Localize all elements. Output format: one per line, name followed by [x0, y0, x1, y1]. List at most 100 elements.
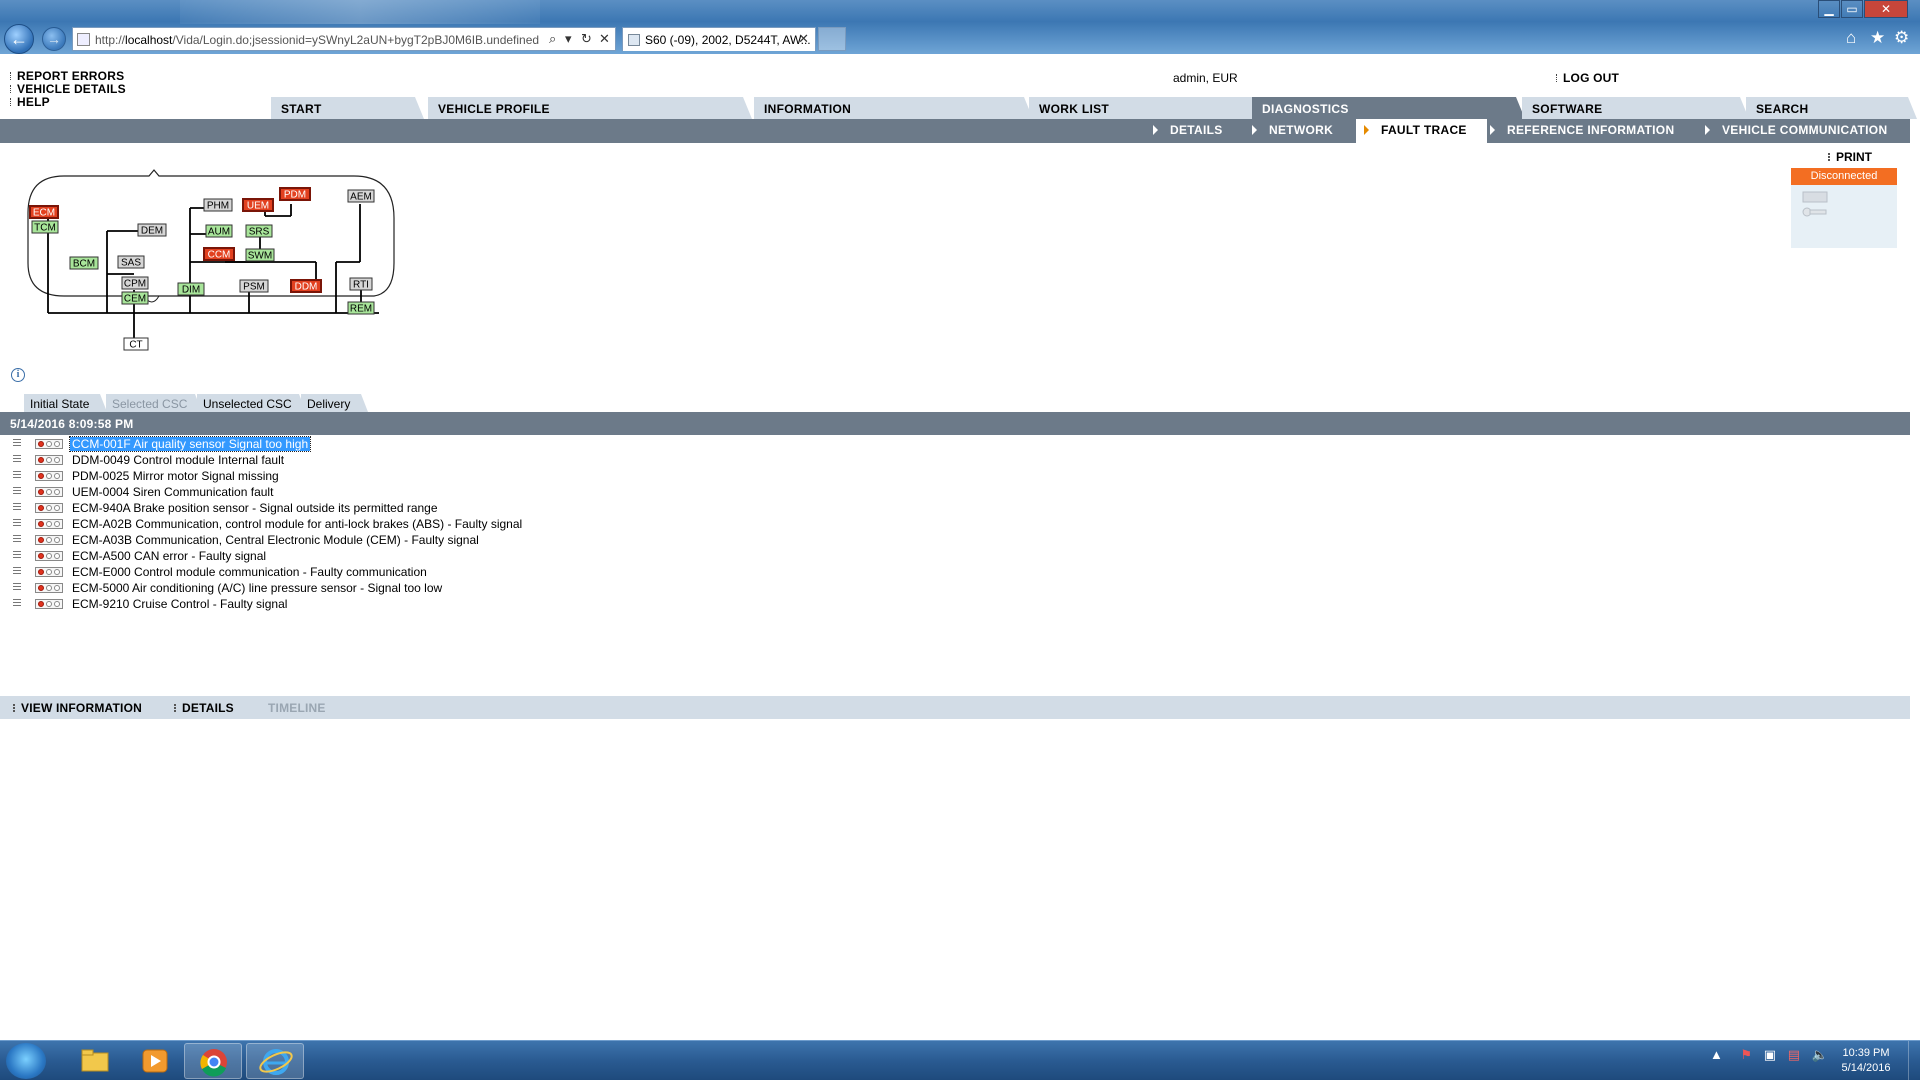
subtab-reference-information[interactable]: REFERENCE INFORMATION [1490, 123, 1674, 137]
drag-handle-icon[interactable] [13, 535, 21, 544]
tray-expand-icon[interactable]: ▲ [1710, 1047, 1723, 1062]
tab-work-list[interactable]: WORK LIST [1029, 97, 1263, 119]
subtab-fault-trace[interactable]: FAULT TRACE [1356, 119, 1487, 143]
fault-row[interactable]: DDM-0049 Control module Internal fault [0, 452, 900, 468]
new-tab-button[interactable] [818, 27, 846, 51]
tab-vehicle-profile[interactable]: VEHICLE PROFILE [428, 97, 752, 119]
info-icon[interactable]: i [11, 368, 25, 382]
drag-handle-icon[interactable] [13, 471, 21, 480]
module-cem[interactable]: CEM [121, 291, 149, 305]
explorer-taskbar-icon[interactable] [66, 1043, 124, 1079]
tools-gear-icon[interactable]: ⚙ [1894, 28, 1909, 48]
details-button[interactable]: DETAILS [174, 701, 234, 715]
module-dim[interactable]: DIM [177, 282, 205, 296]
module-rti[interactable]: RTI [349, 277, 373, 291]
close-window-button[interactable]: ✕ [1864, 0, 1908, 18]
status-lamp-red [38, 473, 44, 479]
print-link[interactable]: PRINT [1828, 150, 1872, 164]
module-uem[interactable]: UEM [242, 198, 274, 212]
tab-information[interactable]: INFORMATION [754, 97, 1033, 119]
fault-row[interactable]: ECM-A02B Communication, control module f… [0, 516, 900, 532]
start-button[interactable] [6, 1043, 46, 1079]
fault-row[interactable]: ECM-A500 CAN error - Faulty signal [0, 548, 900, 564]
drag-handle-icon[interactable] [13, 551, 21, 560]
internet-explorer-taskbar-icon[interactable] [246, 1043, 304, 1079]
subtab-network[interactable]: NETWORK [1252, 123, 1333, 137]
module-aum[interactable]: AUM [205, 224, 233, 238]
drag-handle-icon[interactable] [13, 519, 21, 528]
favorites-icon[interactable]: ★ [1870, 28, 1885, 48]
status-lamp-red [38, 569, 44, 575]
fault-row[interactable]: PDM-0025 Mirror motor Signal missing [0, 468, 900, 484]
home-icon[interactable]: ⌂ [1846, 28, 1856, 48]
tab-diagnostics[interactable]: DIAGNOSTICS [1252, 97, 1525, 119]
tab-search[interactable]: SEARCH [1746, 97, 1917, 119]
module-ddm[interactable]: DDM [290, 279, 322, 293]
module-tcm[interactable]: TCM [31, 220, 59, 234]
subtab-details[interactable]: DETAILS [1153, 123, 1223, 137]
fault-row[interactable]: ECM-5000 Air conditioning (A/C) line pre… [0, 580, 900, 596]
module-bcm[interactable]: BCM [69, 256, 99, 270]
state-tab-unselected-csc[interactable]: Unselected CSC [197, 394, 306, 412]
drag-handle-icon[interactable] [13, 503, 21, 512]
module-aem[interactable]: AEM [347, 189, 375, 203]
subtab-vehicle-communication[interactable]: VEHICLE COMMUNICATION [1705, 123, 1887, 137]
module-srs[interactable]: SRS [245, 224, 273, 238]
fault-row[interactable]: UEM-0004 Siren Communication fault [0, 484, 900, 500]
fault-row[interactable]: ECM-A03B Communication, Central Electron… [0, 532, 900, 548]
drag-handle-icon[interactable] [13, 599, 21, 608]
arrow-right-icon [1490, 125, 1495, 135]
state-tab-initial-state[interactable]: Initial State [24, 394, 107, 412]
browser-tab-active[interactable]: S60 (-09), 2002, D5244T, AW... ✕ [622, 27, 816, 51]
refresh-icon[interactable]: ↻ [581, 31, 592, 47]
report-errors-link[interactable]: REPORT ERRORS [9, 69, 124, 83]
module-dem[interactable]: DEM [137, 223, 167, 237]
show-desktop-button[interactable] [1908, 1041, 1920, 1081]
search-icon[interactable]: ⌕ [549, 31, 556, 47]
fault-row[interactable]: ECM-E000 Control module communication - … [0, 564, 900, 580]
logout-link[interactable]: LOG OUT [1555, 71, 1619, 85]
tab-start[interactable]: START [271, 97, 424, 119]
drag-handle-icon[interactable] [13, 455, 21, 464]
module-cpm[interactable]: CPM [121, 276, 149, 290]
taskbar-clock[interactable]: 10:39 PM 5/14/2016 [1826, 1046, 1906, 1076]
minimize-button[interactable]: ▁ [1818, 0, 1840, 18]
module-ccm[interactable]: CCM [203, 247, 235, 261]
fault-status-lamp-icon [35, 535, 63, 545]
fault-row[interactable]: ECM-940A Brake position sensor - Signal … [0, 500, 900, 516]
module-psm[interactable]: PSM [239, 279, 269, 293]
tab-close-icon[interactable]: ✕ [798, 31, 809, 47]
view-information-button[interactable]: VIEW INFORMATION [13, 701, 142, 715]
module-pdm[interactable]: PDM [279, 187, 311, 201]
maximize-button[interactable]: ▭ [1841, 0, 1863, 18]
fault-row[interactable]: ECM-9210 Cruise Control - Faulty signal [0, 596, 900, 612]
forward-button[interactable]: → [42, 27, 66, 51]
media-player-taskbar-icon[interactable] [126, 1043, 184, 1079]
fault-row[interactable]: CCM-001F Air quality sensor Signal too h… [0, 436, 900, 452]
network-icon[interactable]: ▣ [1764, 1047, 1776, 1062]
module-phm[interactable]: PHM [203, 198, 233, 212]
address-url[interactable]: http://localhost/Vida/Login.do;jsessioni… [95, 33, 539, 47]
state-tab-selected-csc[interactable]: Selected CSC [106, 394, 202, 412]
address-bar[interactable]: http://localhost/Vida/Login.do;jsessioni… [72, 27, 616, 51]
drag-handle-icon[interactable] [13, 487, 21, 496]
module-swm[interactable]: SWM [245, 248, 275, 262]
dropdown-arrow-icon[interactable]: ▾ [565, 31, 572, 47]
tab-software[interactable]: SOFTWARE [1522, 97, 1749, 119]
subtab-vehicle-comm-label: VEHICLE COMMUNICATION [1722, 123, 1888, 137]
help-link[interactable]: HELP [10, 95, 50, 109]
drag-handle-icon[interactable] [13, 567, 21, 576]
module-ct[interactable]: CT [123, 337, 149, 351]
drag-handle-icon[interactable] [13, 583, 21, 592]
state-tab-delivery[interactable]: Delivery [301, 394, 368, 412]
module-rem[interactable]: REM [347, 301, 375, 315]
vehicle-details-link[interactable]: VEHICLE DETAILS [10, 82, 126, 96]
back-button[interactable]: ← [4, 24, 34, 54]
action-center-flag-icon[interactable]: ⚑ [1741, 1047, 1753, 1062]
module-ecm[interactable]: ECM [29, 205, 59, 219]
chrome-taskbar-icon[interactable] [184, 1043, 242, 1079]
device-icon[interactable]: ▤ [1788, 1047, 1800, 1062]
module-sas[interactable]: SAS [117, 255, 145, 269]
stop-icon[interactable]: ✕ [599, 31, 610, 47]
drag-handle-icon[interactable] [13, 439, 21, 448]
